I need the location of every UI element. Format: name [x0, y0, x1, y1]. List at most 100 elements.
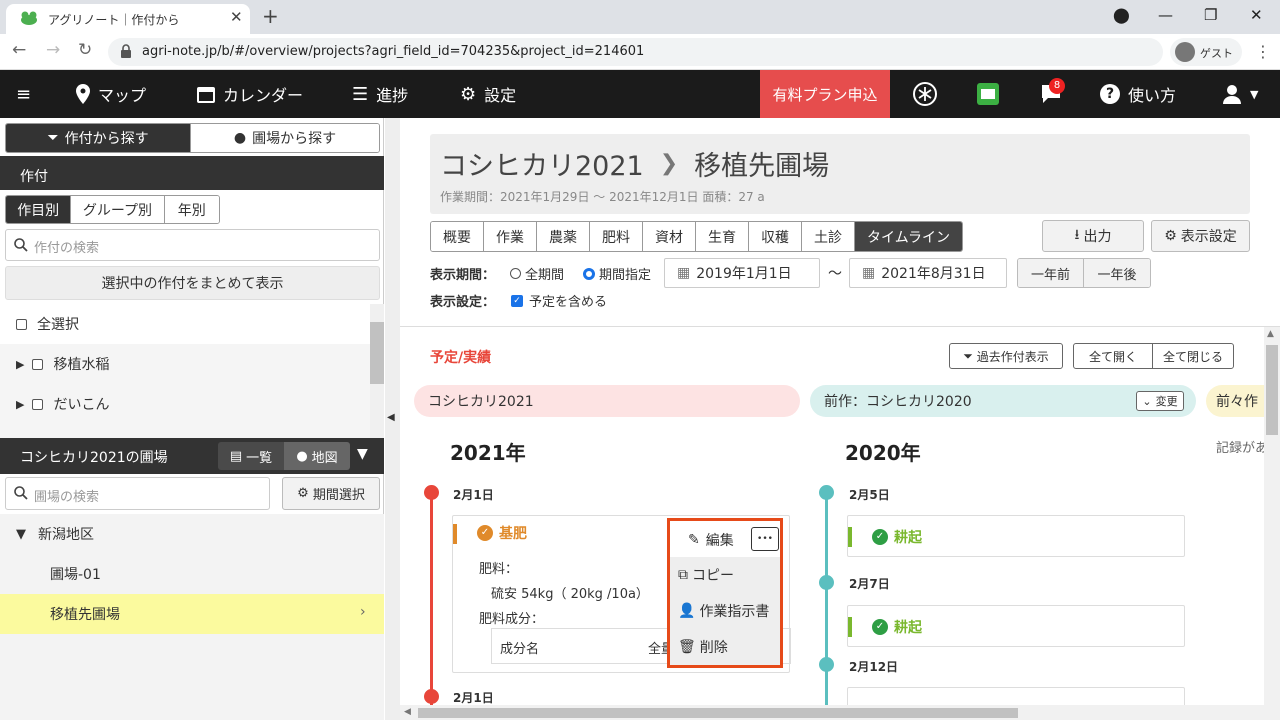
view-list-button[interactable]: ▤ 一覧	[218, 442, 284, 470]
menu-item-delete[interactable]: 🗑 削除	[670, 629, 780, 665]
crop-checkbox[interactable]	[32, 358, 44, 370]
show-selected-crops-button[interactable]: 選択中の作付をまとめて表示	[5, 266, 380, 300]
display-settings-button[interactable]: ⚙ 表示設定	[1151, 220, 1250, 252]
period-select-button[interactable]: ⚙ 期間選択	[282, 477, 380, 510]
year-prev-button[interactable]: 一年前	[1018, 259, 1084, 287]
tab-by-group[interactable]: グループ別	[71, 196, 165, 223]
back-icon[interactable]: ←	[12, 40, 26, 60]
nav-settings[interactable]: ⚙ 設定	[460, 70, 516, 118]
region-row[interactable]: ▼ 新潟地区	[0, 514, 384, 554]
profile-menu-icon[interactable]: ⬤	[1113, 6, 1130, 24]
chevron-down-icon[interactable]: ▼	[357, 446, 368, 462]
tab-work[interactable]: 作業	[484, 222, 537, 251]
field-search-input[interactable]: 圃場の検索	[5, 477, 270, 510]
funnel-icon: ⏷	[963, 348, 973, 363]
export-button[interactable]: ⭳ 出力	[1042, 220, 1144, 252]
no-record-text: 記録があ	[1216, 441, 1269, 456]
tab-fertilizer[interactable]: 肥料	[590, 222, 643, 251]
expand-arrow-icon[interactable]: ▶	[16, 358, 24, 371]
menu-item-instruction[interactable]: 👤 作業指示書	[670, 593, 780, 629]
crop-list-scrollbar[interactable]	[370, 304, 384, 438]
caret-down-icon: ▼	[1250, 87, 1259, 101]
crop-item-transplant-rice[interactable]: ▶ 移植水稲	[0, 344, 370, 384]
collapse-arrow-icon[interactable]: ▼	[16, 527, 26, 542]
tab-pesticide[interactable]: 農薬	[537, 222, 590, 251]
chevron-right-icon: ›	[360, 604, 366, 620]
fertilizer-value: 硫安 54kg（ 20kg /10a）	[491, 587, 649, 602]
forward-icon[interactable]: →	[46, 40, 60, 60]
tab-search-by-field[interactable]: ● 圃場から探す	[191, 124, 379, 152]
collapse-all-button[interactable]: 全て閉じる	[1153, 344, 1233, 368]
select-all-row[interactable]: 全選択	[0, 304, 370, 344]
browser-menu-icon[interactable]: ⋮	[1255, 42, 1271, 61]
url-field[interactable]: agri-note.jp/b/#/overview/projects?agri_…	[108, 38, 1163, 66]
include-planned-checkbox[interactable]: ✓ 予定を含める	[511, 291, 607, 310]
checkbox-checked-icon[interactable]: ✓	[511, 294, 523, 307]
timeline-horizontal-scrollbar[interactable]: ◀	[400, 705, 1264, 720]
menu-toggle-icon[interactable]: ≡	[16, 70, 31, 118]
minimize-icon[interactable]: —	[1158, 6, 1173, 24]
nav-progress[interactable]: ☰ 進捗	[352, 70, 408, 118]
account-menu[interactable]: ▼	[1222, 70, 1258, 118]
radio-off-icon[interactable]	[510, 268, 521, 279]
agri-diary-icon[interactable]	[976, 70, 1000, 118]
date-to-input[interactable]: ▦ 2021年8月31日	[849, 258, 1007, 288]
period-custom-radio[interactable]: 期間指定	[583, 264, 651, 283]
past-crops-button[interactable]: ⏷ 過去作付表示	[949, 343, 1063, 369]
tab-by-year[interactable]: 年別	[164, 196, 219, 223]
work-card-tillage[interactable]: ✓ 耕起	[847, 515, 1185, 557]
close-tab-icon[interactable]: ✕	[230, 8, 243, 26]
delete-label: 削除	[699, 640, 728, 656]
field-item[interactable]: 圃場-01	[0, 554, 384, 594]
sidebar-collapse-strip[interactable]: ◀	[385, 118, 400, 720]
help-button[interactable]: ? 使い方	[1100, 70, 1176, 118]
radio-on-icon[interactable]	[583, 267, 595, 280]
view-map-button[interactable]: ● 地図	[284, 442, 350, 470]
date-from-value: 2019年1月1日	[696, 266, 792, 282]
tab-overview[interactable]: 概要	[431, 222, 484, 251]
crop-item-daikon[interactable]: ▶ だいこん	[0, 384, 370, 424]
notification-badge: 8	[1049, 78, 1065, 94]
nav-calendar-label: カレンダー	[223, 86, 304, 105]
tab-timeline[interactable]: タイムライン	[855, 222, 963, 251]
field-item-selected[interactable]: 移植先圃場 ›	[0, 594, 384, 634]
tab-soil[interactable]: 土診	[802, 222, 855, 251]
expand-arrow-icon[interactable]: ▶	[16, 398, 24, 411]
tab-harvest[interactable]: 収穫	[749, 222, 802, 251]
tab-by-crop-type[interactable]: 作目別	[6, 196, 72, 223]
select-all-checkbox[interactable]	[16, 318, 27, 330]
close-window-icon[interactable]: ✕	[1250, 6, 1263, 24]
scroll-up-icon[interactable]: ▲	[1267, 329, 1274, 339]
browser-tab[interactable]: アグリノート｜作付から ✕	[6, 4, 250, 34]
map-pin-icon: ●	[296, 448, 308, 464]
period-all-radio[interactable]: 全期間	[510, 264, 564, 283]
tab-growth[interactable]: 生育	[696, 222, 749, 251]
work-card-tillage[interactable]: ✓ 耕起	[847, 605, 1185, 647]
maximize-icon[interactable]: ❐	[1204, 6, 1217, 24]
guest-profile-button[interactable]: ゲスト	[1170, 38, 1242, 66]
year-next-button[interactable]: 一年後	[1084, 259, 1150, 287]
scroll-left-icon[interactable]: ◀	[404, 707, 411, 717]
select-all-label: 全選択	[37, 317, 79, 333]
tab-material[interactable]: 資材	[643, 222, 696, 251]
change-crop-button[interactable]: ⌄ 変更	[1136, 391, 1184, 411]
edit-button[interactable]: ✎ 編集	[688, 530, 734, 550]
crop-search-input[interactable]: 作付の検索	[5, 229, 380, 261]
collapse-left-icon[interactable]: ◀	[387, 412, 395, 423]
expand-all-button[interactable]: 全て開く	[1074, 344, 1154, 368]
snow-mode-icon[interactable]	[912, 70, 938, 118]
date-from-input[interactable]: ▦ 2019年1月1日	[664, 258, 820, 288]
nav-calendar[interactable]: カレンダー	[197, 70, 303, 118]
nav-progress-label: 進捗	[376, 86, 409, 105]
timeline-vertical-scrollbar[interactable]: ▲	[1264, 327, 1280, 720]
paid-plan-button[interactable]: 有料プラン申込	[760, 70, 890, 118]
sidebar: ⏷ 作付から探す ● 圃場から探す 作付 作目別 グループ別 年別 作付の検索 選択…	[0, 118, 384, 720]
reload-icon[interactable]: ↻	[78, 40, 92, 60]
crop-checkbox[interactable]	[32, 398, 44, 410]
nav-map[interactable]: マップ	[76, 70, 146, 118]
more-options-button[interactable]: •••	[751, 527, 779, 551]
new-tab-icon[interactable]: +	[262, 4, 279, 28]
tab-search-by-crop[interactable]: ⏷ 作付から探す	[6, 124, 192, 152]
menu-item-copy[interactable]: ⧉ コピー	[670, 557, 780, 593]
menu-header: ✎ 編集 •••	[670, 521, 780, 557]
